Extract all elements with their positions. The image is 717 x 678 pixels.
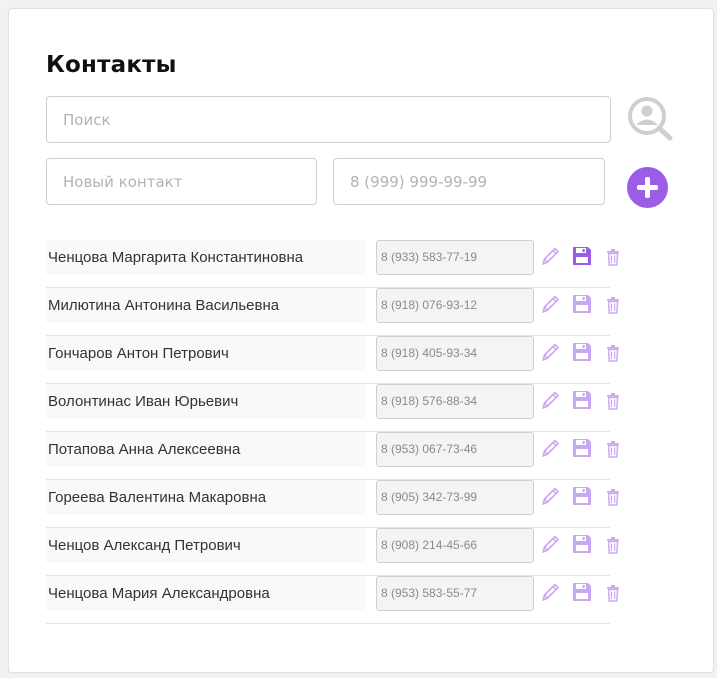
delete-button[interactable] — [606, 390, 620, 412]
save-button[interactable] — [572, 437, 592, 459]
delete-button[interactable] — [606, 294, 620, 316]
delete-button[interactable] — [606, 438, 620, 460]
contact-name: Волонтинас Иван Юрьевич — [46, 384, 366, 419]
contact-name: Ченцова Маргарита Константиновна — [46, 240, 366, 275]
trash-icon — [606, 246, 620, 268]
contact-row: Гореева Валентина Макаровна 8 (905) 342-… — [46, 480, 619, 528]
contact-phone-field[interactable]: 8 (908) 214-45-66 — [376, 528, 534, 563]
pencil-icon — [540, 293, 560, 315]
floppy-disk-icon — [572, 341, 592, 363]
edit-button[interactable] — [540, 581, 560, 603]
contact-phone-field[interactable]: 8 (933) 583-77-19 — [376, 240, 534, 275]
contact-phone-field[interactable]: 8 (918) 076-93-12 — [376, 288, 534, 323]
contact-row: Волонтинас Иван Юрьевич 8 (918) 576-88-3… — [46, 384, 619, 432]
contact-row: Ченцова Маргарита Константиновна 8 (933)… — [46, 240, 619, 288]
delete-button[interactable] — [606, 486, 620, 508]
trash-icon — [606, 390, 620, 412]
search-person-icon — [627, 97, 673, 145]
contact-phone-field[interactable]: 8 (953) 067-73-46 — [376, 432, 534, 467]
contact-name: Ченцов Александ Петрович — [46, 528, 366, 563]
new-contact-name-input[interactable] — [46, 158, 317, 205]
search-input[interactable] — [46, 96, 611, 143]
contact-row: Гончаров Антон Петрович 8 (918) 405-93-3… — [46, 336, 619, 384]
floppy-disk-icon — [572, 245, 592, 267]
delete-button[interactable] — [606, 246, 620, 268]
edit-button[interactable] — [540, 485, 560, 507]
pencil-icon — [540, 245, 560, 267]
page-title: Контакты — [46, 52, 177, 78]
trash-icon — [606, 486, 620, 508]
add-contact-button[interactable] — [627, 167, 668, 208]
contact-name: Потапова Анна Алексеевна — [46, 432, 366, 467]
save-button[interactable] — [572, 389, 592, 411]
new-contact-phone-input[interactable] — [333, 158, 605, 205]
trash-icon — [606, 582, 620, 604]
floppy-disk-icon — [572, 389, 592, 411]
edit-button[interactable] — [540, 533, 560, 555]
floppy-disk-icon — [572, 293, 592, 315]
delete-button[interactable] — [606, 342, 620, 364]
edit-button[interactable] — [540, 389, 560, 411]
contact-name: Ченцова Мария Александровна — [46, 576, 366, 611]
pencil-icon — [540, 581, 560, 603]
edit-button[interactable] — [540, 437, 560, 459]
contact-name: Милютина Антонина Васильевна — [46, 288, 366, 323]
contact-phone-field[interactable]: 8 (953) 583-55-77 — [376, 576, 534, 611]
contact-phone-field[interactable]: 8 (905) 342-73-99 — [376, 480, 534, 515]
contact-row: Милютина Антонина Васильевна 8 (918) 076… — [46, 288, 619, 336]
contact-name: Гореева Валентина Макаровна — [46, 480, 366, 515]
contact-list: Ченцова Маргарита Константиновна 8 (933)… — [46, 240, 619, 624]
floppy-disk-icon — [572, 581, 592, 603]
save-button[interactable] — [572, 581, 592, 603]
trash-icon — [606, 342, 620, 364]
save-button[interactable] — [572, 245, 592, 267]
contact-name: Гончаров Антон Петрович — [46, 336, 366, 371]
floppy-disk-icon — [572, 533, 592, 555]
pencil-icon — [540, 485, 560, 507]
trash-icon — [606, 438, 620, 460]
delete-button[interactable] — [606, 582, 620, 604]
trash-icon — [606, 534, 620, 556]
edit-button[interactable] — [540, 341, 560, 363]
pencil-icon — [540, 341, 560, 363]
contact-row: Ченцова Мария Александровна 8 (953) 583-… — [46, 576, 619, 624]
save-button[interactable] — [572, 485, 592, 507]
contact-row: Потапова Анна Алексеевна 8 (953) 067-73-… — [46, 432, 619, 480]
pencil-icon — [540, 533, 560, 555]
edit-button[interactable] — [540, 293, 560, 315]
contact-phone-field[interactable]: 8 (918) 576-88-34 — [376, 384, 534, 419]
delete-button[interactable] — [606, 534, 620, 556]
floppy-disk-icon — [572, 485, 592, 507]
contact-row: Ченцов Александ Петрович 8 (908) 214-45-… — [46, 528, 619, 576]
save-button[interactable] — [572, 533, 592, 555]
trash-icon — [606, 294, 620, 316]
save-button[interactable] — [572, 293, 592, 315]
edit-button[interactable] — [540, 245, 560, 267]
search-button[interactable] — [627, 97, 673, 141]
save-button[interactable] — [572, 341, 592, 363]
floppy-disk-icon — [572, 437, 592, 459]
pencil-icon — [540, 389, 560, 411]
contact-phone-field[interactable]: 8 (918) 405-93-34 — [376, 336, 534, 371]
pencil-icon — [540, 437, 560, 459]
